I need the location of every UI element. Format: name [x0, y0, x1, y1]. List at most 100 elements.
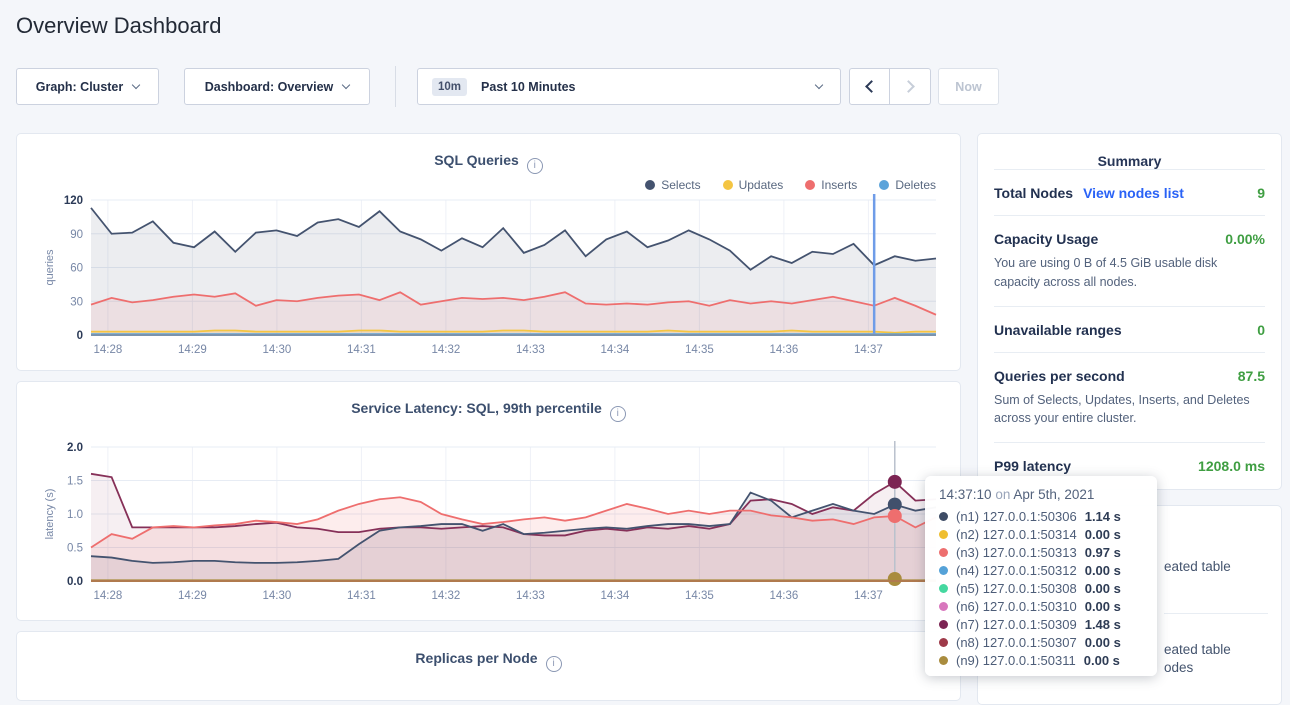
time-range-label: Past 10 Minutes [481, 80, 575, 94]
node-address: (n7) 127.0.0.1:50309 [956, 617, 1077, 632]
summary-row-queries-per-second: Queries per second 87.5 Sum of Selects, … [994, 352, 1265, 443]
tooltip-row: (n6) 127.0.0.1:503100.00 s [939, 597, 1143, 615]
node-address: (n2) 127.0.0.1:50314 [956, 527, 1077, 542]
svg-text:14:37: 14:37 [854, 590, 883, 602]
svg-text:14:31: 14:31 [347, 590, 376, 602]
service-latency-chart[interactable]: 14:2814:2914:3014:3114:3214:3314:3414:35… [41, 432, 938, 613]
summary-title: Summary [994, 153, 1265, 169]
svg-text:14:37: 14:37 [854, 344, 883, 356]
node-address: (n1) 127.0.0.1:50306 [956, 509, 1077, 524]
node-latency-value: 0.00 s [1084, 653, 1120, 668]
svg-text:0.0: 0.0 [67, 576, 83, 588]
chevron-down-icon [342, 80, 350, 88]
svg-text:14:34: 14:34 [601, 344, 630, 356]
node-color-dot-icon [939, 566, 948, 575]
time-next-button[interactable] [890, 68, 931, 105]
tooltip-timestamp: 14:37:10 on Apr 5th, 2021 [939, 487, 1143, 502]
summary-value: 0.00% [1225, 231, 1265, 247]
svg-text:queries: queries [44, 249, 56, 286]
node-latency-value: 0.00 s [1085, 527, 1121, 542]
tooltip-row: (n2) 127.0.0.1:50314 0.00 s [939, 525, 1143, 543]
svg-text:0.5: 0.5 [67, 543, 83, 555]
node-latency-value: 0.97 s [1085, 545, 1121, 560]
info-icon[interactable]: i [527, 158, 543, 174]
svg-text:14:36: 14:36 [770, 344, 799, 356]
svg-text:14:35: 14:35 [685, 590, 714, 602]
node-color-dot-icon [939, 656, 948, 665]
time-range-badge: 10m [432, 78, 467, 96]
page-title: Overview Dashboard [16, 13, 221, 39]
node-latency-value: 0.00 s [1085, 635, 1121, 650]
summary-label: Total Nodes [994, 185, 1073, 201]
svg-text:14:30: 14:30 [263, 344, 292, 356]
summary-subtext: You are using 0 B of 4.5 GiB usable disk… [994, 254, 1265, 292]
svg-text:60: 60 [70, 263, 83, 275]
tooltip-row: (n1) 127.0.0.1:503061.14 s [939, 507, 1143, 525]
chevron-left-icon [865, 80, 878, 93]
sql-queries-chart[interactable]: 14:2814:2914:3014:3114:3214:3314:3414:35… [41, 188, 938, 369]
info-icon[interactable]: i [546, 656, 562, 672]
tooltip-row: (n9) 127.0.0.1:50311 0.00 s [939, 651, 1143, 669]
tooltip-node-list: (n1) 127.0.0.1:503061.14 s(n2) 127.0.0.1… [939, 507, 1143, 669]
node-address: (n9) 127.0.0.1:50311 [956, 653, 1076, 668]
svg-text:14:28: 14:28 [94, 590, 123, 602]
tooltip-row: (n5) 127.0.0.1:503080.00 s [939, 579, 1143, 597]
graph-dropdown-label: Graph: Cluster [36, 80, 124, 94]
event-item-fragment: odes [1164, 660, 1193, 675]
svg-text:14:34: 14:34 [601, 590, 630, 602]
toolbar-divider [395, 66, 396, 107]
event-item-fragment: eated table [1164, 559, 1231, 574]
svg-text:14:28: 14:28 [94, 344, 123, 356]
svg-text:120: 120 [64, 195, 83, 207]
summary-row-total-nodes: Total Nodes View nodes list 9 [994, 169, 1265, 215]
summary-value: 1208.0 ms [1198, 458, 1265, 474]
node-color-dot-icon [939, 548, 948, 557]
svg-text:1.5: 1.5 [67, 476, 83, 488]
svg-text:14:31: 14:31 [347, 344, 376, 356]
node-color-dot-icon [939, 620, 948, 629]
service-latency-card: Service Latency: SQL, 99th percentilei 1… [16, 381, 961, 621]
tooltip-row: (n8) 127.0.0.1:50307 0.00 s [939, 633, 1143, 651]
summary-label: Capacity Usage [994, 231, 1098, 247]
summary-row-capacity-usage: Capacity Usage 0.00% You are using 0 B o… [994, 215, 1265, 306]
node-color-dot-icon [939, 584, 948, 593]
info-icon[interactable]: i [610, 406, 626, 422]
sql-queries-card: SQL Queriesi SelectsUpdatesInsertsDelete… [16, 133, 961, 371]
sql-queries-title: SQL Queriesi [17, 152, 960, 174]
time-nav-arrows [849, 68, 931, 105]
node-latency-value: 1.48 s [1085, 617, 1121, 632]
view-nodes-list-link[interactable]: View nodes list [1083, 185, 1184, 201]
summary-row-unavailable-ranges: Unavailable ranges 0 [994, 306, 1265, 352]
summary-panel: Summary Total Nodes View nodes list 9 Ca… [977, 133, 1282, 490]
svg-text:14:33: 14:33 [516, 344, 545, 356]
chevron-right-icon [902, 80, 915, 93]
svg-text:30: 30 [70, 296, 83, 308]
node-address: (n6) 127.0.0.1:50310 [956, 599, 1077, 614]
node-latency-value: 0.00 s [1085, 563, 1121, 578]
svg-text:14:32: 14:32 [432, 344, 461, 356]
node-color-dot-icon [939, 602, 948, 611]
node-address: (n4) 127.0.0.1:50312 [956, 563, 1077, 578]
replicas-per-node-card: Replicas per Nodei [16, 631, 961, 701]
tooltip-row: (n3) 127.0.0.1:503130.97 s [939, 543, 1143, 561]
tooltip-row: (n7) 127.0.0.1:50309 1.48 s [939, 615, 1143, 633]
svg-text:14:32: 14:32 [432, 590, 461, 602]
svg-text:14:36: 14:36 [770, 590, 799, 602]
svg-text:90: 90 [70, 229, 83, 241]
replicas-per-node-title: Replicas per Nodei [17, 650, 960, 672]
summary-value: 9 [1257, 185, 1265, 201]
node-latency-value: 0.00 s [1085, 581, 1121, 596]
now-button[interactable]: Now [938, 68, 999, 105]
node-address: (n8) 127.0.0.1:50307 [956, 635, 1077, 650]
dashboard-dropdown-label: Dashboard: Overview [205, 80, 334, 94]
chevron-down-icon [815, 80, 823, 88]
tooltip-row: (n4) 127.0.0.1:50312 0.00 s [939, 561, 1143, 579]
svg-text:14:30: 14:30 [263, 590, 292, 602]
dashboard-dropdown[interactable]: Dashboard: Overview [184, 68, 370, 105]
node-color-dot-icon [939, 512, 948, 521]
graph-dropdown[interactable]: Graph: Cluster [16, 68, 159, 105]
time-prev-button[interactable] [849, 68, 890, 105]
svg-text:latency (s): latency (s) [44, 489, 56, 540]
time-range-dropdown[interactable]: 10m Past 10 Minutes [417, 68, 841, 105]
summary-label: P99 latency [994, 458, 1071, 474]
